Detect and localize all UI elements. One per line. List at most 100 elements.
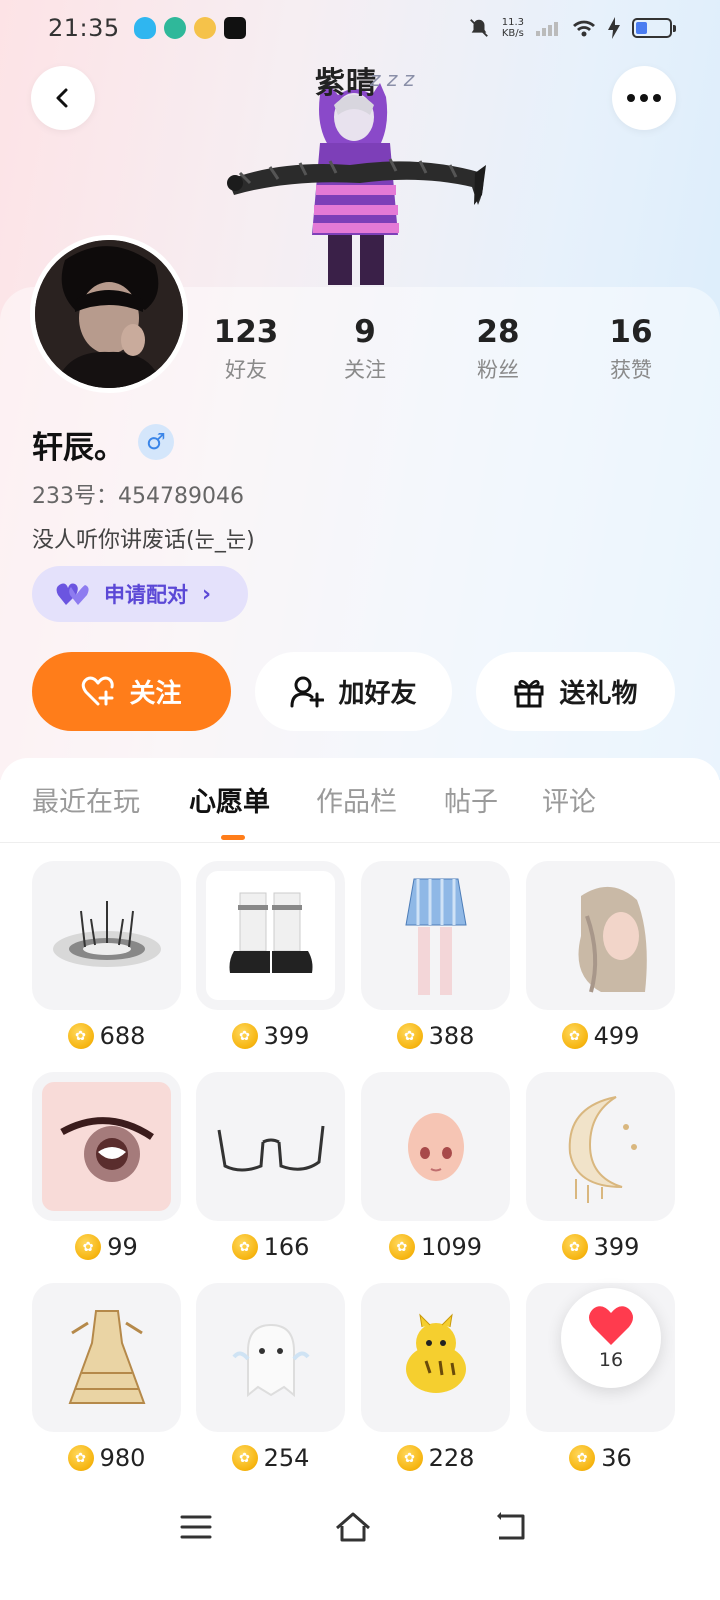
sleep-zzz: z z z [370,67,415,91]
wishlist-item[interactable]: ✿ 980 [32,1283,181,1472]
wishlist-item[interactable]: ✿ 388 [361,861,510,1050]
more-button[interactable] [612,66,676,130]
add-friend-button[interactable]: 加好友 [255,652,452,731]
glasses-icon [196,1072,345,1221]
more-dots-icon [627,94,661,102]
price-value: 1099 [420,1233,483,1261]
stat-likes[interactable]: 16 获赞 [576,312,686,384]
halo-crown-icon [32,861,181,1010]
heart-icon [589,1306,633,1345]
send-gift-label: 送礼物 [559,679,638,709]
tab-comments[interactable]: 评论 [542,780,596,819]
stat-friends[interactable]: 123 好友 [191,312,301,384]
tab-divider [0,842,720,843]
apply-pairing-button[interactable]: 申请配对 › [32,566,248,622]
tab-recently-played[interactable]: 最近在玩 [32,780,140,819]
stat-value: 28 [476,314,520,350]
price-value: 688 [99,1022,146,1050]
coin-icon: ✿ [67,1445,94,1471]
stat-value: 9 [354,314,376,350]
wishlist-item[interactable]: ✿ 166 [196,1072,345,1261]
ghost-icon [196,1283,345,1432]
qq-icon [133,17,156,39]
stat-label: 关注 [344,358,386,382]
tiger-cat-icon [361,1283,510,1432]
stat-label: 好友 [225,358,267,382]
like-button[interactable]: 16 [561,1288,661,1388]
net-speed-value: 11.3 [501,17,524,28]
wishlist-price: ✿ 36 [526,1444,675,1472]
app-icon [223,17,246,39]
price-value: 399 [593,1233,640,1261]
coin-icon: ✿ [396,1023,423,1049]
wishlist-item[interactable]: ✿ 399 [196,861,345,1050]
battery-level [636,22,647,34]
back-icon [497,1512,525,1540]
avatar-figure[interactable]: 紫晴 z z z [220,55,500,290]
price-value: 980 [99,1444,146,1472]
wishlist-price: ✿ 499 [526,1022,675,1050]
status-time: 21:35 [48,14,120,42]
stat-value: 123 [213,314,279,350]
apply-pairing-label: 申请配对 [104,583,188,607]
wishlist-item[interactable]: ✿ 254 [196,1283,345,1472]
chevron-left-icon [56,88,68,108]
send-gift-button[interactable]: 送礼物 [476,652,675,731]
coin-icon: ✿ [231,1445,258,1471]
wishlist-item[interactable]: ✿ 228 [361,1283,510,1472]
stat-following[interactable]: 9 关注 [310,312,420,384]
home-button[interactable] [331,1505,375,1549]
stat-label: 获赞 [610,358,652,382]
coin-icon: ✿ [67,1023,94,1049]
net-speed: 11.3 KB/s [502,17,524,39]
wishlist-item[interactable]: ✿ 1099 [361,1072,510,1261]
wishlist-price: ✿ 980 [32,1444,181,1472]
browser-icon [163,17,186,39]
wifi-icon [573,20,595,37]
net-speed-unit: KB/s [501,28,524,39]
stat-label: 粉丝 [477,358,519,382]
like-count: 16 [598,1349,624,1371]
avatar[interactable] [30,235,188,393]
wishlist-item[interactable]: ✿ 399 [526,1072,675,1261]
price-value: 399 [263,1022,310,1050]
menu-button[interactable] [174,1505,218,1549]
double-heart-icon [56,583,89,605]
wishlist-item[interactable]: ✿ 99 [32,1072,181,1261]
tab-wishlist[interactable]: 心愿单 [189,780,270,819]
add-friend-label: 加好友 [338,679,417,709]
wishlist-price: ✿ 399 [196,1022,345,1050]
active-tab-indicator [221,835,245,840]
price-value: 36 [601,1444,632,1472]
add-user-icon [290,676,325,707]
price-value: 388 [428,1022,475,1050]
charging-icon [608,17,620,39]
avatar-photo [35,240,183,388]
coin-icon: ✿ [569,1445,596,1471]
wishlist-item[interactable]: ✿ 499 [526,861,675,1050]
price-value: 499 [593,1022,640,1050]
coin-icon: ✿ [231,1234,258,1260]
signal-icon [536,22,558,36]
username: 轩辰。 [32,430,125,466]
price-value: 166 [263,1233,310,1261]
eye-icon [32,1072,181,1221]
back-nav-button[interactable] [488,1505,532,1549]
status-bar: 21:35 11.3 KB/s [0,0,720,56]
wishlist-price: ✿ 254 [196,1444,345,1472]
wishlist-price: ✿ 1099 [361,1233,510,1261]
tab-posts[interactable]: 帖子 [444,780,498,819]
battery-icon [632,18,676,38]
coin-icon: ✿ [231,1023,258,1049]
wishlist-price: ✿ 388 [361,1022,510,1050]
wishlist-item[interactable]: ✿ 688 [32,861,181,1050]
wavy-hair-icon [526,861,675,1010]
stat-fans[interactable]: 28 粉丝 [443,312,553,384]
price-value: 228 [428,1444,475,1472]
home-icon [336,1512,370,1542]
back-button[interactable] [31,66,95,130]
face-head-icon [361,1072,510,1221]
follow-button[interactable]: 关注 [32,652,231,731]
figure-name: 紫晴 [315,66,377,101]
tab-works[interactable]: 作品栏 [316,780,397,819]
